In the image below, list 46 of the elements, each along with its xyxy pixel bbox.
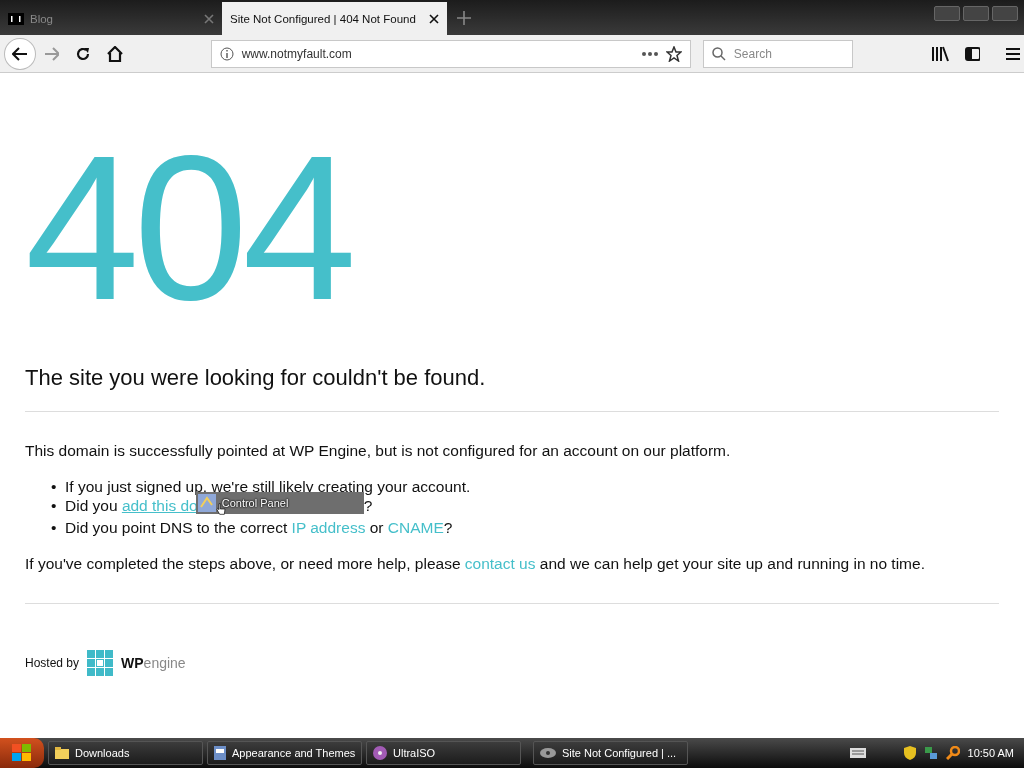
bullet-marker: • [51,477,57,496]
page-heading: The site you were looking for couldn't be found. [25,365,487,391]
hosted-by-label: Hosted by [25,656,80,670]
more-icon[interactable] [641,51,658,56]
library-icon[interactable] [930,45,949,62]
clock: 10:50 AM [967,747,1014,759]
disc-icon [373,746,387,760]
wp-engine-logo: WPengine [121,655,186,671]
star-icon[interactable] [665,45,682,62]
shield-icon[interactable] [903,746,916,760]
home-icon[interactable] [106,45,123,62]
sidebar-icon[interactable] [964,46,981,61]
back-button[interactable] [4,37,36,70]
bullet-text: ? [443,518,453,537]
taskbar-button[interactable]: Appearance and Themes [207,741,362,765]
bullet-marker: • [51,518,57,537]
taskbar-button[interactable]: Downloads [48,741,203,765]
back-arrow-icon [11,46,28,61]
address-bar[interactable]: www.notmyfault.com [210,39,691,68]
bullet-text: Did you point DNS to the correct [65,518,289,537]
bullet-text: Did you [65,496,119,516]
info-icon [219,46,234,61]
folder-icon [55,747,69,759]
drag-preview: Control Panel [195,492,364,514]
error-code: 404 [25,143,352,313]
intro-text: This domain is successfully pointed at WP Engine, but is not configured for an account on our platform. [25,441,732,460]
browser-tab[interactable]: Site Not Configured | 404 Not Found [222,2,447,35]
taskbar-button[interactable]: UltraISO [366,741,521,765]
site-icon [8,12,24,25]
bullet-text: ? [363,496,373,516]
start-button[interactable] [0,738,44,768]
help-text: If you've completed the steps above, or need more help, please contact us and we can help get your site up and running in no time. [25,554,926,573]
menu-icon[interactable] [1006,47,1020,60]
windows-logo-icon [12,744,32,762]
close-icon[interactable] [429,13,439,24]
keyboard-icon[interactable] [849,748,866,758]
new-tab-icon[interactable] [457,11,471,25]
logo-icon [87,650,114,676]
bullet-text: or [368,518,385,537]
network-icon[interactable] [923,746,938,760]
reload-icon[interactable] [75,45,91,62]
magnifier-icon[interactable] [945,746,960,760]
browser-tab[interactable]: Blog [0,2,222,35]
search-field[interactable]: Search [702,39,853,68]
taskbar-button[interactable]: Site Not Configured | ... [533,741,688,765]
bullet-marker: • [51,496,57,516]
